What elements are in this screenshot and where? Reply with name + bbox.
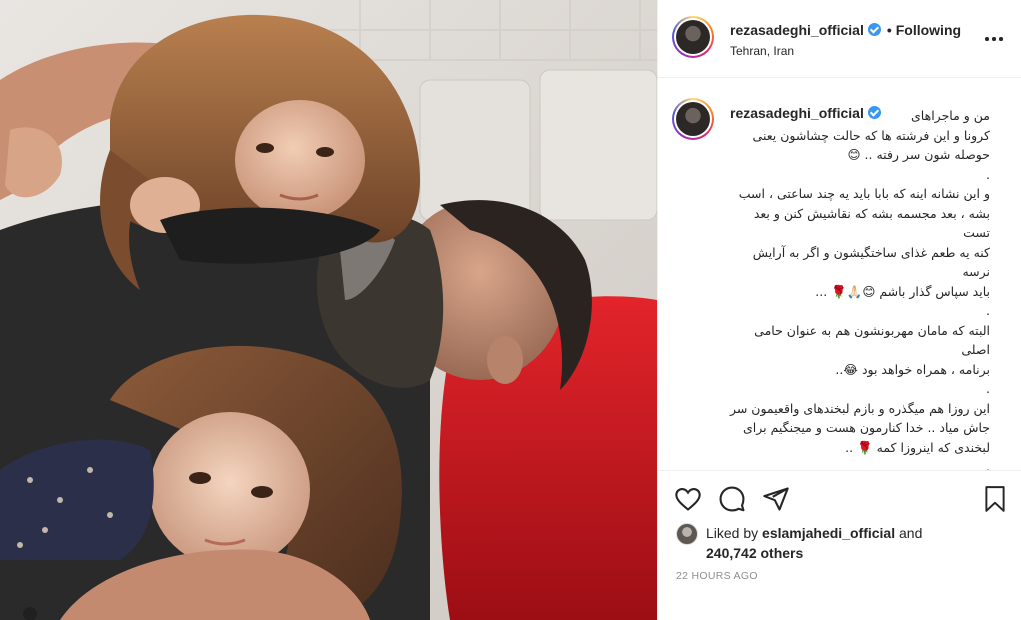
caption-line: بشه ، بعد مجسمه بشه که نقاشیش کنن و بعد … [753, 205, 990, 241]
header-username-row: rezasadeghi_official • Following [730, 22, 961, 38]
caption-line: حوصله شون سر رفته .. 😊 [847, 147, 990, 162]
liked-by-user-link[interactable]: eslamjahedi_official [762, 525, 895, 541]
post-photo[interactable] [0, 0, 657, 620]
post-actions: Liked by eslamjahedi_official and 240,74… [658, 470, 1021, 590]
caption-username-row: rezasadeghi_official [730, 105, 881, 121]
bookmark-icon[interactable] [982, 485, 1008, 513]
caption-section: من و ماجراهای کرونا و این فرشته ها که حال… [658, 78, 1021, 470]
others-count-link[interactable]: 240,742 others [706, 545, 803, 561]
liked-by-label: Liked by [706, 525, 759, 541]
post-side-panel: rezasadeghi_official • Following Tehran, I… [657, 0, 1021, 620]
caption-line: لبخندی که اینروزا کمه 🌹 .. [845, 439, 990, 455]
following-button[interactable]: Following [896, 22, 961, 38]
caption-line: باید سپاس گذار باشم 😊🙏🏻🌹 ... [815, 283, 990, 299]
heart-icon[interactable] [674, 485, 702, 513]
post-timestamp[interactable]: 22 HOURS AGO [676, 570, 758, 582]
separator-dot: • [886, 22, 892, 38]
verified-badge-icon [867, 106, 881, 119]
caption-line: برنامه ، همراه خواهد بود 😂.. [835, 361, 990, 377]
caption-line: . [986, 303, 990, 318]
caption-line: البته که مامان مهربونشون هم به عنوان حام… [754, 322, 990, 358]
caption-line: و این نشانه اینه که بابا باید یه چند ساع… [738, 186, 990, 201]
more-options-icon[interactable] [984, 28, 1004, 48]
liked-by-avatar[interactable] [676, 523, 698, 545]
comment-icon[interactable] [718, 485, 746, 513]
caption-text: من و ماجراهای کرونا و این فرشته ها که حال… [728, 106, 990, 470]
and-label: and [899, 525, 923, 541]
post-header: rezasadeghi_official • Following Tehran, I… [658, 0, 1021, 78]
username-link[interactable]: rezasadeghi_official [730, 22, 864, 38]
location-link[interactable]: Tehran, Iran [730, 44, 794, 58]
caption-line: . [986, 166, 990, 182]
verified-badge-icon [867, 23, 881, 36]
caption-line: جاش میاد .. خدا کنارمون هست و میجنگیم بر… [742, 420, 990, 435]
caption-username-link[interactable]: rezasadeghi_official [730, 105, 864, 121]
avatar[interactable] [672, 16, 714, 58]
caption-line: این روزا هم میگذره و بازم لبخندهای واقعی… [729, 400, 990, 416]
caption-avatar[interactable] [672, 98, 714, 140]
likes-summary: Liked by eslamjahedi_official and 240,74… [706, 523, 922, 563]
caption-line: . [986, 459, 990, 470]
caption-line: کنه یه طعم غذای ساختگیشون و اگر به آرایش… [752, 244, 990, 280]
caption-line: کرونا و این فرشته ها که حالت چشاشون یعنی [752, 127, 990, 143]
post-image [0, 0, 657, 620]
share-icon[interactable] [762, 485, 790, 513]
caption-line: . [986, 381, 990, 396]
